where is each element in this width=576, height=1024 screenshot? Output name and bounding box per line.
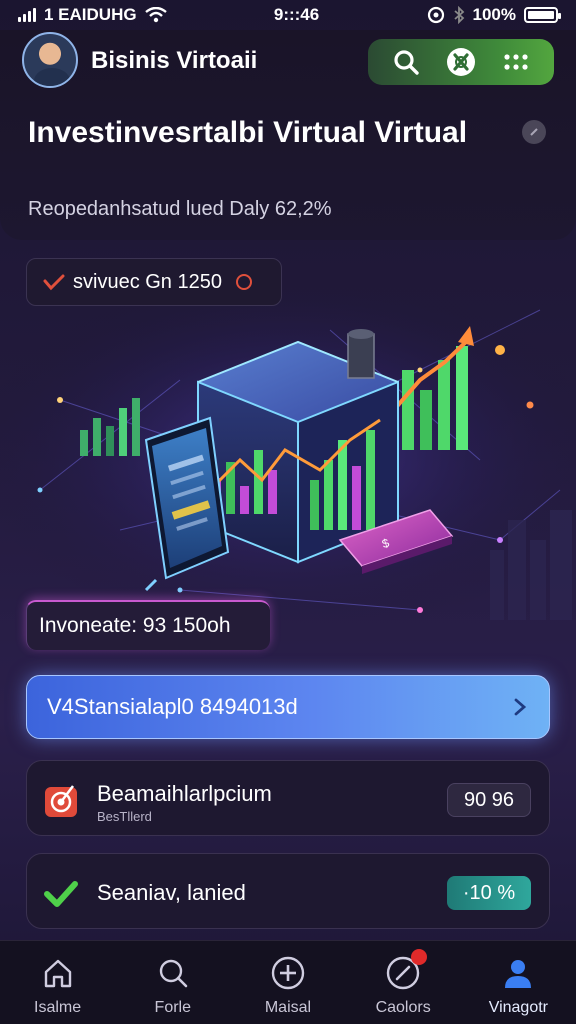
cta-label: V4Stansialapl0 8494013d xyxy=(47,694,298,719)
nav-item-profile[interactable]: Vinagotr xyxy=(468,953,568,1017)
home-icon xyxy=(38,953,78,993)
carrier-label: 1 EAIDUHG xyxy=(44,5,137,24)
bottom-nav: Isalme Forle Maisal Caolors Vinagotr xyxy=(0,940,576,1024)
add-circle-icon xyxy=(268,953,308,993)
stats-clock-icon xyxy=(235,274,252,290)
list-item-title: Seaniav, lanied xyxy=(97,880,246,905)
menu-button[interactable] xyxy=(498,44,534,80)
hero-illustration: $ xyxy=(0,290,576,620)
exchange-button[interactable] xyxy=(443,44,479,80)
list-item[interactable]: Beamaihlarlpcium BesTllerd 90 96 xyxy=(26,760,550,836)
wifi-icon xyxy=(144,7,167,23)
signal-icon xyxy=(18,8,36,22)
page-title: Investinvesrtalbi Virtual Virtual xyxy=(28,116,468,149)
nav-label: Vinagotr xyxy=(488,999,548,1016)
user-icon xyxy=(498,953,538,993)
list-item-title: Beamaihlarlpcium xyxy=(97,781,272,806)
list-item-badge: 90 96 xyxy=(447,783,531,817)
clock: 9:::46 xyxy=(273,5,320,24)
list-item-badge: ·10 % xyxy=(447,876,531,910)
info-icon[interactable] xyxy=(522,120,546,144)
status-left: 1 EAIDUHG xyxy=(18,5,167,25)
status-bar: 1 EAIDUHG 9:::46 100% xyxy=(0,0,576,30)
nav-item-explore[interactable]: Caolors xyxy=(353,949,453,1017)
nav-label: Forle xyxy=(154,999,191,1016)
list-item-subtitle: BesTllerd xyxy=(97,809,152,824)
search-icon xyxy=(394,50,419,75)
header-actions xyxy=(368,39,554,85)
stats-label: svivuec Gn 1250 xyxy=(73,270,222,293)
target-icon xyxy=(45,785,77,817)
exchange-icon xyxy=(446,48,475,76)
search-button[interactable] xyxy=(388,44,424,80)
nav-item-add[interactable]: Maisal xyxy=(238,953,338,1017)
brand-name: Bisinis Virtoaii xyxy=(91,47,258,74)
chevron-right-icon xyxy=(514,698,527,716)
status-right: 100% xyxy=(427,5,561,25)
battery-icon xyxy=(523,7,561,23)
notification-badge xyxy=(411,949,428,965)
check-icon xyxy=(44,881,78,907)
grid-icon xyxy=(504,54,528,70)
page-subtitle: Reopedanhsatud lued Daly 62,2% xyxy=(28,198,332,220)
trend-check-icon xyxy=(43,274,65,291)
nav-item-search[interactable]: Forle xyxy=(123,953,223,1017)
avatar[interactable] xyxy=(22,32,78,88)
app-screen: 1 EAIDUHG 9:::46 100% Bisinis Virtoaii I… xyxy=(0,0,576,1024)
invest-card[interactable]: Invoneate: 93 150oh xyxy=(26,600,270,650)
battery-percent: 100% xyxy=(472,5,516,24)
battery-level xyxy=(527,11,554,19)
nav-label: Isalme xyxy=(34,999,82,1016)
alarm-icon xyxy=(427,6,444,24)
list-item[interactable]: Seaniav, lanied ·10 % xyxy=(26,853,550,929)
invest-label: Invoneate: 93 150oh xyxy=(39,614,231,637)
search-icon xyxy=(153,953,193,993)
stats-pill[interactable]: svivuec Gn 1250 xyxy=(26,258,282,306)
nav-label: Caolors xyxy=(375,999,431,1016)
bluetooth-icon xyxy=(453,6,464,24)
primary-cta-button[interactable]: V4Stansialapl0 8494013d xyxy=(26,675,550,739)
nav-item-home[interactable]: Isalme xyxy=(8,953,108,1017)
nav-label: Maisal xyxy=(264,999,312,1016)
